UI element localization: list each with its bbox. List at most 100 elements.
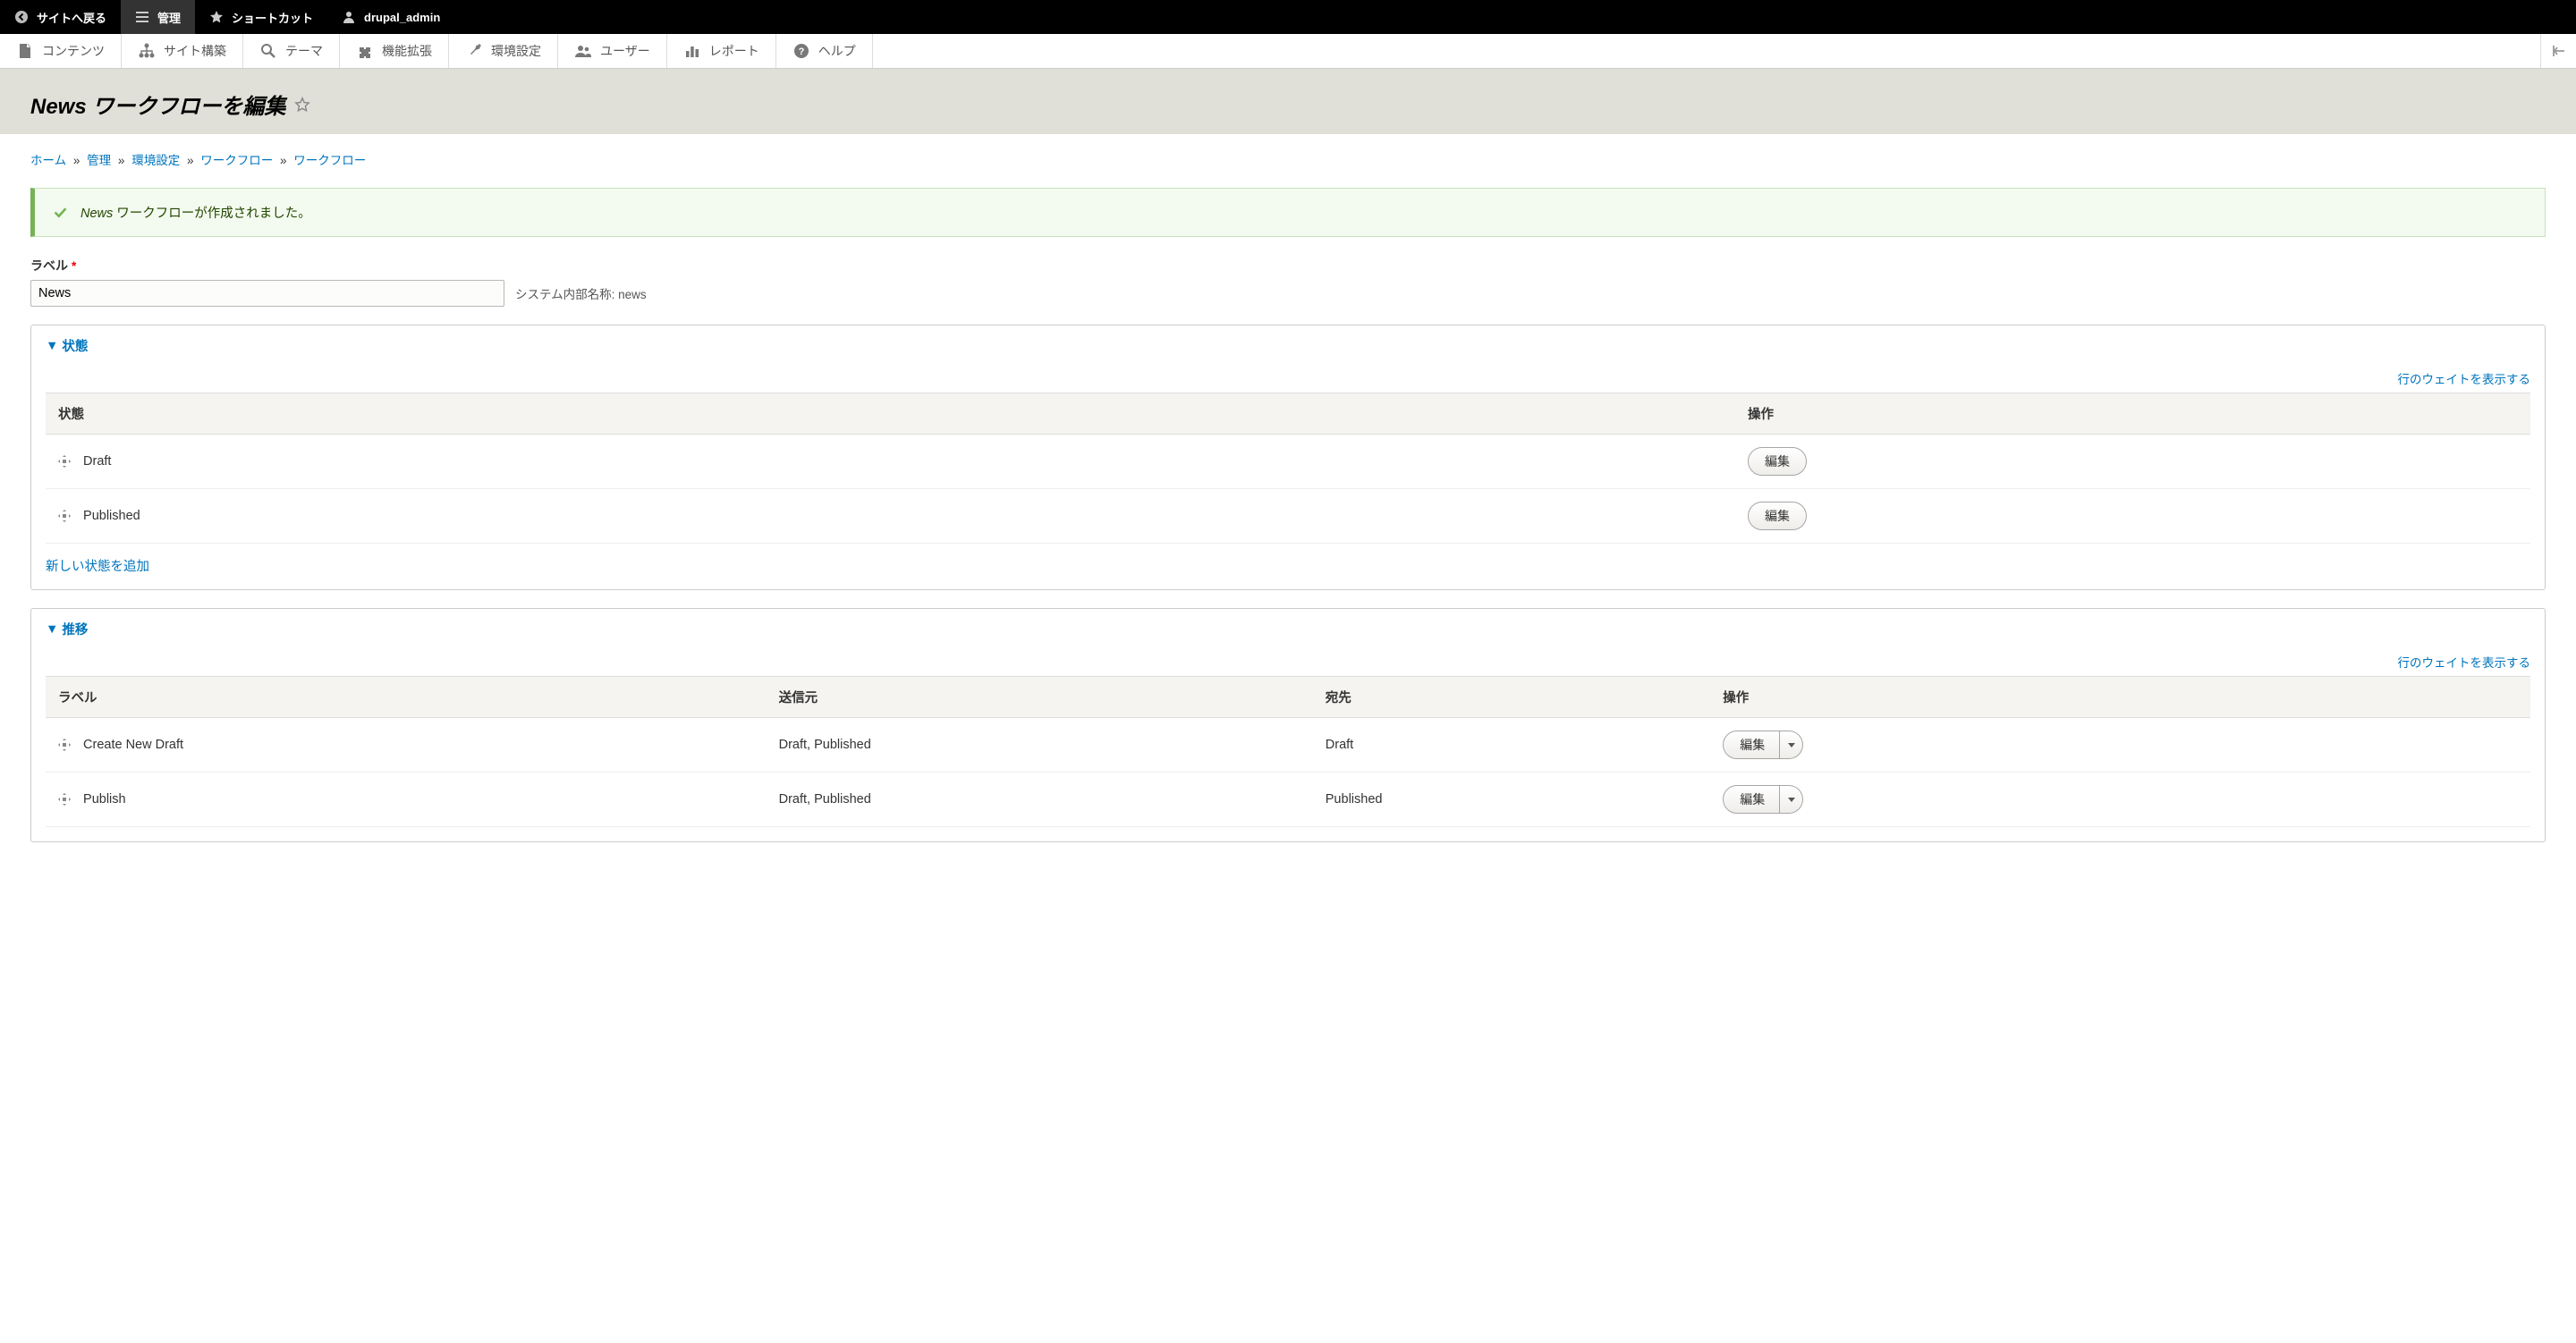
toolbar-back-label: サイトへ戻る — [37, 9, 106, 26]
state-label: Published — [83, 509, 140, 523]
check-icon — [53, 205, 68, 220]
admin-toolbar-secondary: コンテンツ サイト構築 テーマ 機能拡張 環境設定 ユーザー レポート ? ヘル… — [0, 34, 2576, 69]
toolbar-user[interactable]: drupal_admin — [327, 0, 454, 34]
state-label: Draft — [83, 454, 111, 469]
menu-icon — [135, 10, 149, 24]
states-summary[interactable]: ▼ 状態 — [31, 325, 2545, 366]
toolbar-manage-label: 管理 — [157, 9, 181, 26]
states-col-state: 状態 — [46, 393, 1735, 435]
menu-content[interactable]: コンテンツ — [0, 34, 122, 68]
back-icon — [14, 10, 29, 24]
transition-label: Create New Draft — [83, 738, 183, 752]
toolbar-shortcuts-label: ショートカット — [232, 9, 313, 26]
content-icon — [16, 42, 34, 60]
caret-down-icon: ▼ — [46, 622, 58, 637]
breadcrumb-sep: » — [183, 154, 198, 167]
menu-help[interactable]: ? ヘルプ — [776, 34, 873, 68]
transitions-title: 推移 — [62, 620, 88, 638]
breadcrumb-link[interactable]: ワークフロー — [200, 154, 273, 167]
status-message-text: News ワークフローが作成されました。 — [80, 203, 311, 222]
people-icon — [574, 42, 592, 60]
page-title-region: News ワークフローを編集 — [0, 69, 2576, 134]
breadcrumb-link[interactable]: 環境設定 — [131, 154, 180, 167]
edit-state-button[interactable]: 編集 — [1748, 447, 1807, 476]
page-title-suffix: ワークフローを編集 — [87, 95, 286, 119]
edit-transition-button[interactable]: 編集 — [1723, 785, 1780, 814]
caret-down-icon: ▼ — [46, 339, 58, 353]
dropbutton-toggle[interactable] — [1780, 731, 1803, 759]
admin-toolbar-top: サイトへ戻る 管理 ショートカット drupal_admin — [0, 0, 2576, 34]
show-row-weights-transitions: 行のウェイトを表示する — [46, 653, 2530, 671]
status-message: News ワークフローが作成されました。 — [30, 188, 2546, 237]
edit-transition-dropbutton: 編集 — [1723, 785, 1803, 814]
extend-icon — [356, 42, 374, 60]
reports-icon — [683, 42, 701, 60]
page-title: News ワークフローを編集 — [30, 89, 2546, 120]
menu-people-label: ユーザー — [600, 42, 650, 60]
trans-col-from: 送信元 — [767, 677, 1313, 718]
trans-col-ops: 操作 — [1710, 677, 2530, 718]
transition-from: Draft, Published — [767, 718, 1313, 773]
show-row-weights-link[interactable]: 行のウェイトを表示する — [2398, 656, 2531, 670]
menu-extend[interactable]: 機能拡張 — [340, 34, 449, 68]
toolbar-shortcuts[interactable]: ショートカット — [195, 0, 327, 34]
menu-structure-label: サイト構築 — [164, 42, 226, 60]
menu-people[interactable]: ユーザー — [558, 34, 667, 68]
drag-handle-icon[interactable] — [58, 510, 71, 522]
star-icon — [209, 10, 224, 24]
drag-handle-icon[interactable] — [58, 455, 71, 468]
edit-transition-dropbutton: 編集 — [1723, 731, 1803, 759]
toolbar-orientation-toggle[interactable] — [2540, 34, 2576, 68]
toolbar-back-to-site[interactable]: サイトへ戻る — [0, 0, 121, 34]
structure-icon — [138, 42, 156, 60]
help-icon: ? — [792, 42, 810, 60]
menu-help-label: ヘルプ — [818, 42, 856, 60]
transitions-summary[interactable]: ▼ 推移 — [31, 609, 2545, 649]
states-row: Draft 編集 — [46, 435, 2530, 489]
form-item-label: ラベル * システム内部名称: news — [30, 257, 2546, 307]
content-region: ホーム » 管理 » 環境設定 » ワークフロー » ワークフロー News ワ… — [0, 134, 2576, 878]
transition-from: Draft, Published — [767, 773, 1313, 827]
breadcrumb-sep: » — [114, 154, 129, 167]
dropbutton-toggle[interactable] — [1780, 785, 1803, 814]
edit-transition-button[interactable]: 編集 — [1723, 731, 1780, 759]
label-field-label: ラベル * — [30, 258, 76, 273]
label-field-label-text: ラベル — [30, 258, 68, 273]
add-state-link[interactable]: 新しい状態を追加 — [46, 556, 2530, 575]
toolbar-manage[interactable]: 管理 — [121, 0, 195, 34]
states-panel: ▼ 状態 行のウェイトを表示する 状態 操作 Draft — [30, 325, 2546, 590]
label-input[interactable] — [30, 280, 504, 307]
edit-state-button[interactable]: 編集 — [1748, 502, 1807, 530]
transitions-row: Create New Draft Draft, Published Draft … — [46, 718, 2530, 773]
toolbar-user-label: drupal_admin — [364, 11, 440, 24]
breadcrumb: ホーム » 管理 » 環境設定 » ワークフロー » ワークフロー — [30, 150, 2546, 168]
machine-name-value: news — [618, 288, 647, 301]
appearance-icon — [259, 42, 277, 60]
page-title-em: News — [30, 95, 87, 119]
breadcrumb-link[interactable]: 管理 — [87, 154, 111, 167]
user-icon — [342, 10, 356, 24]
chevron-down-icon — [1788, 798, 1795, 802]
states-row: Published 編集 — [46, 489, 2530, 544]
drag-handle-icon[interactable] — [58, 739, 71, 751]
config-icon — [465, 42, 483, 60]
machine-name-display: システム内部名称: news — [515, 284, 647, 302]
menu-config[interactable]: 環境設定 — [449, 34, 558, 68]
status-message-rest: ワークフローが作成されました。 — [113, 207, 311, 221]
transition-label: Publish — [83, 792, 126, 807]
menu-reports[interactable]: レポート — [667, 34, 776, 68]
transition-to: Published — [1313, 773, 1710, 827]
menu-structure[interactable]: サイト構築 — [122, 34, 243, 68]
menu-appearance[interactable]: テーマ — [243, 34, 340, 68]
transitions-panel: ▼ 推移 行のウェイトを表示する ラベル 送信元 宛先 操作 — [30, 608, 2546, 842]
show-row-weights-link[interactable]: 行のウェイトを表示する — [2398, 373, 2531, 386]
breadcrumb-link[interactable]: ホーム — [30, 154, 66, 167]
menu-content-label: コンテンツ — [42, 42, 105, 60]
drag-handle-icon[interactable] — [58, 793, 71, 806]
shortcut-star-icon[interactable] — [294, 97, 310, 113]
svg-text:?: ? — [798, 46, 804, 57]
menu-extend-label: 機能拡張 — [382, 42, 432, 60]
status-message-em: News — [80, 207, 113, 221]
states-title: 状態 — [62, 336, 88, 355]
breadcrumb-link[interactable]: ワークフロー — [293, 154, 366, 167]
